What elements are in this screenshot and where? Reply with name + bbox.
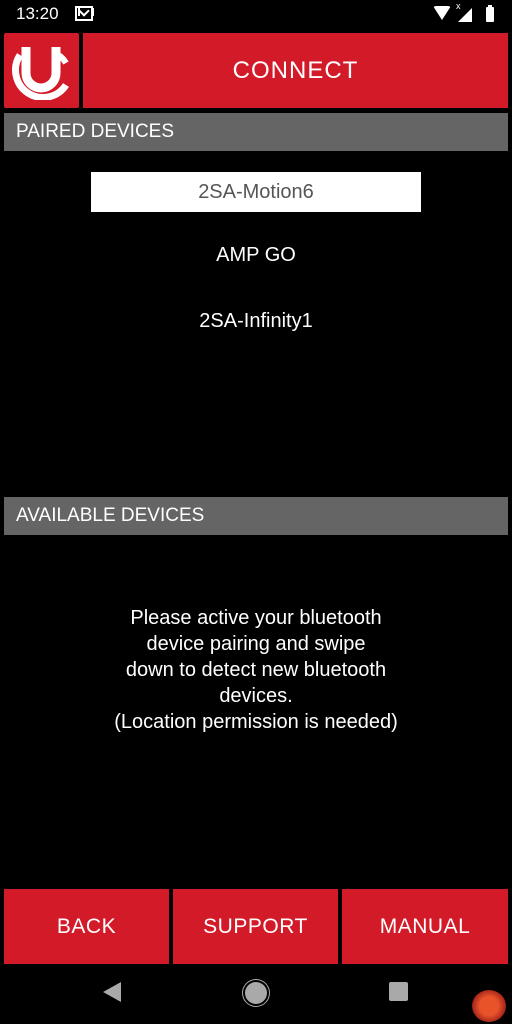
support-button[interactable]: SUPPORT	[173, 889, 338, 964]
app-logo	[4, 33, 79, 108]
available-devices-header: AVAILABLE DEVICES	[4, 497, 508, 535]
battery-icon	[486, 5, 494, 22]
uclear-logo-icon	[12, 47, 69, 100]
signal-icon	[458, 8, 472, 22]
status-bar: 13:20 x	[0, 0, 512, 30]
watermark-logo-icon	[472, 990, 506, 1022]
wifi-icon	[433, 6, 451, 20]
paired-device-item[interactable]: AMP GO	[0, 244, 512, 267]
paired-devices-header: PAIRED DEVICES	[4, 113, 508, 151]
manual-button[interactable]: MANUAL	[342, 889, 508, 964]
paired-device-item[interactable]: 2SA-Infinity1	[0, 310, 512, 333]
system-nav-bar	[0, 968, 512, 1024]
bluetooth-instructions: Please active your bluetooth device pair…	[114, 607, 398, 733]
nav-home-icon[interactable]	[245, 982, 267, 1004]
page-title: CONNECT	[83, 33, 508, 108]
status-time: 13:20	[16, 4, 59, 23]
nav-back-icon[interactable]	[103, 982, 121, 1002]
back-button[interactable]: BACK	[4, 889, 169, 964]
paired-device-item[interactable]: 2SA-Motion6	[91, 172, 421, 212]
nav-recents-icon[interactable]	[389, 982, 408, 1001]
gmail-notification-icon	[75, 6, 94, 21]
